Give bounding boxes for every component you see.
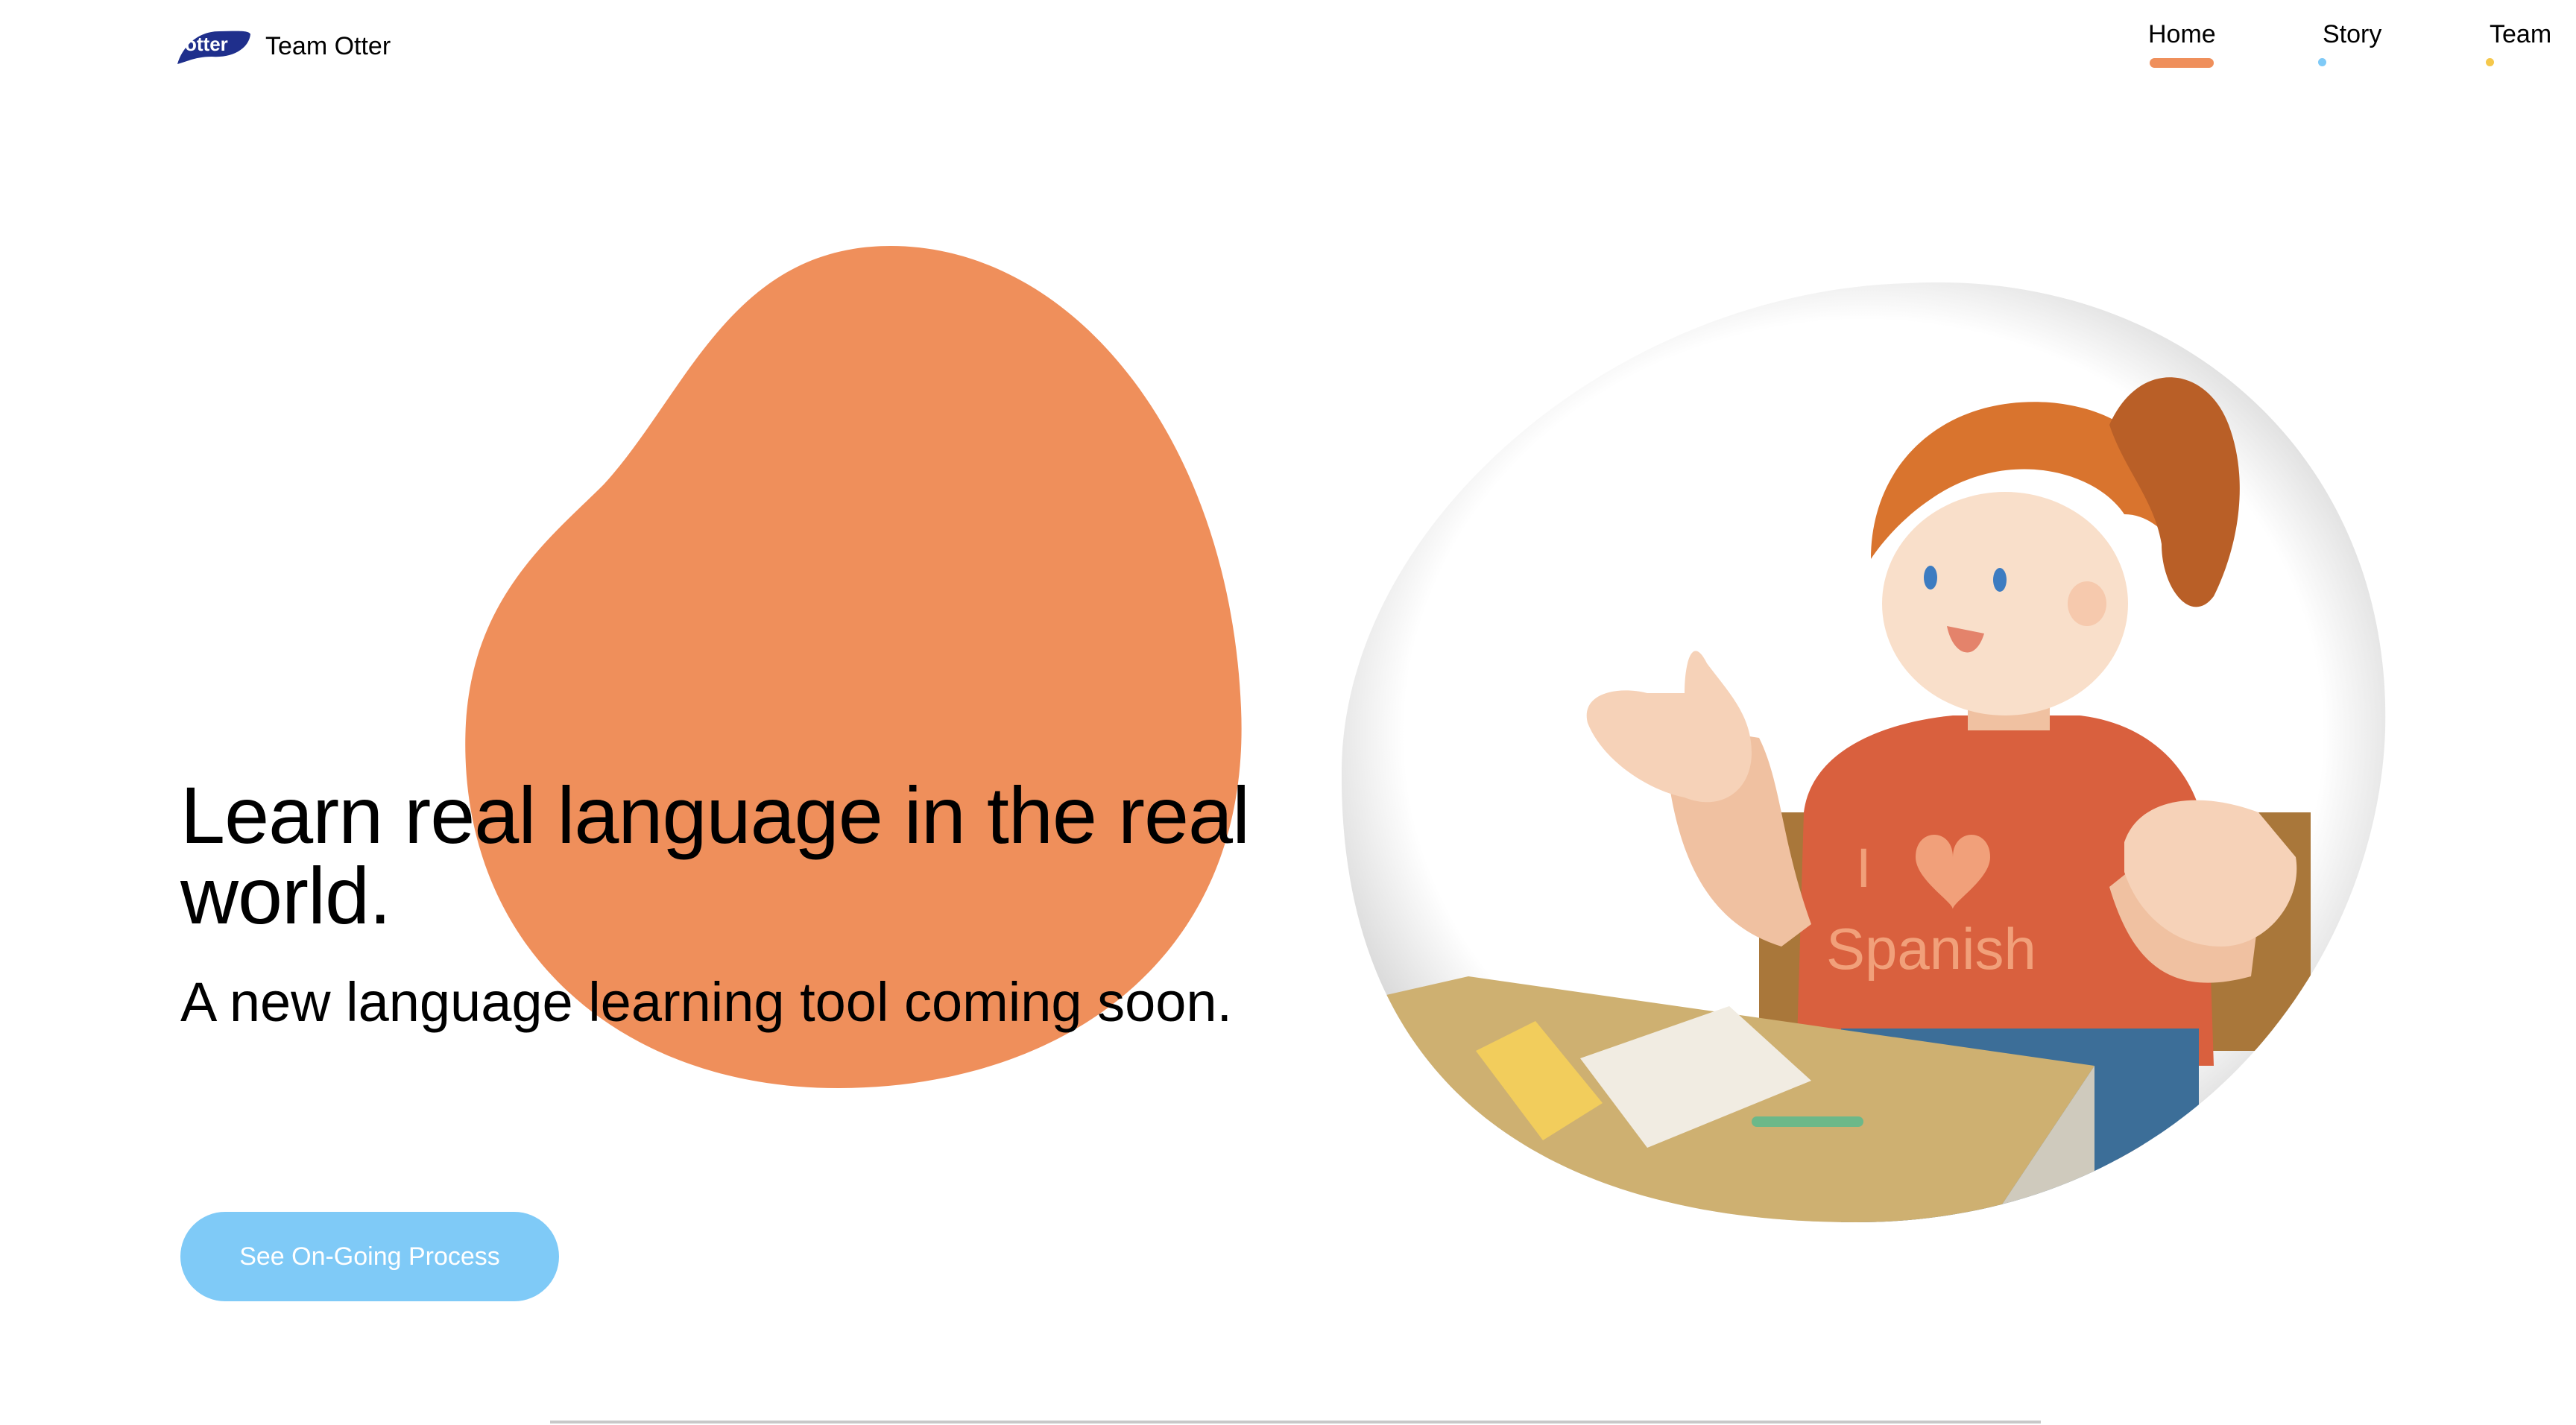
section-divider bbox=[550, 1421, 2041, 1424]
ear bbox=[2068, 581, 2106, 626]
right-eye bbox=[1993, 568, 2007, 592]
hero-headline: Learn real language in the real world. bbox=[180, 770, 1250, 941]
orange-blob bbox=[465, 246, 1242, 1088]
left-eye bbox=[1924, 566, 1937, 590]
hero-subheadline: A new language learning tool coming soon… bbox=[180, 971, 1233, 1033]
pencil bbox=[1752, 1116, 1863, 1127]
nav-home-indicator bbox=[2150, 58, 2214, 68]
otter-logo[interactable]: otter bbox=[174, 25, 252, 70]
nav-team-indicator bbox=[2486, 58, 2494, 66]
nav-home[interactable]: Home bbox=[2148, 19, 2216, 49]
see-ongoing-process-button[interactable]: See On-Going Process bbox=[180, 1212, 559, 1301]
nav-team[interactable]: Team bbox=[2490, 19, 2551, 49]
nav-story-indicator bbox=[2318, 58, 2326, 66]
logo-text: otter bbox=[185, 33, 228, 55]
brand-name: Team Otter bbox=[265, 32, 391, 60]
shirt-text-line2: Spanish bbox=[1826, 916, 2036, 982]
shirt-text-line1: I bbox=[1856, 837, 1872, 899]
hero-illustration: I Spanish bbox=[1341, 282, 2386, 1223]
nav-story[interactable]: Story bbox=[2323, 19, 2381, 49]
